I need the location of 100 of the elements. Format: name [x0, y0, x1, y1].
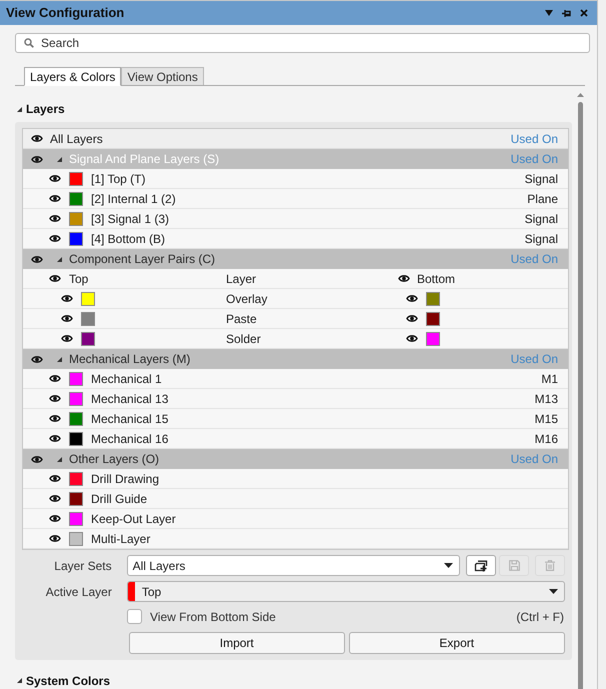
search-icon: [24, 38, 34, 48]
scrollbar-thumb[interactable]: [578, 102, 582, 689]
layer-type: M16: [534, 430, 558, 448]
scroll-up-arrow-icon[interactable]: [576, 93, 584, 97]
eye-icon[interactable]: [49, 514, 61, 523]
column-header: Layer: [226, 272, 256, 286]
swatch-icon[interactable]: [426, 332, 440, 346]
swatch-icon[interactable]: [69, 512, 83, 526]
eye-icon[interactable]: [31, 134, 43, 143]
eye-icon[interactable]: [49, 414, 61, 423]
tab[interactable]: View Options: [121, 67, 204, 85]
action-button[interactable]: Import: [129, 632, 344, 654]
add-set-button[interactable]: [466, 555, 496, 576]
triangle-icon[interactable]: [57, 156, 62, 162]
tab[interactable]: Layers & Colors: [24, 67, 122, 86]
eye-icon[interactable]: [406, 294, 418, 303]
group-title: Other Layers (O): [69, 451, 160, 468]
layer-name[interactable]: [1] Top (T): [91, 170, 146, 188]
triangle-icon[interactable]: [57, 456, 62, 462]
layer-name: Overlay: [226, 292, 268, 306]
field-label: Active Layer: [44, 584, 112, 600]
swatch-icon[interactable]: [69, 232, 83, 246]
eye-icon[interactable]: [49, 474, 61, 483]
eye-icon[interactable]: [31, 254, 43, 264]
triangle-icon[interactable]: [57, 256, 62, 262]
eye-icon[interactable]: [49, 494, 61, 503]
caret-icon[interactable]: [545, 10, 553, 16]
swatch-icon[interactable]: [426, 312, 440, 326]
section-title[interactable]: System Colors: [26, 672, 110, 689]
eye-icon[interactable]: [61, 294, 73, 303]
layer-name[interactable]: Keep-Out Layer: [91, 510, 176, 528]
eye-icon[interactable]: [49, 374, 61, 383]
search-field[interactable]: Search: [15, 33, 590, 53]
action-button[interactable]: Export: [348, 632, 565, 654]
layer-type: M1: [541, 370, 558, 388]
eye-icon[interactable]: [31, 354, 43, 364]
group-header[interactable]: Component Layer Pairs (C) Used On: [23, 249, 568, 269]
eye-icon[interactable]: [49, 434, 61, 443]
layer-name[interactable]: Mechanical 1: [91, 370, 162, 388]
swatch-icon[interactable]: [69, 392, 83, 406]
swatch-icon[interactable]: [69, 212, 83, 226]
checkbox[interactable]: [127, 609, 142, 624]
eye-icon[interactable]: [49, 174, 61, 183]
layer-name[interactable]: Mechanical 16: [91, 430, 168, 448]
eye-icon[interactable]: [61, 334, 73, 343]
swatch-icon[interactable]: [69, 412, 83, 426]
group-header[interactable]: Mechanical Layers (M) Used On: [23, 349, 568, 369]
active-layer-dropdown[interactable]: Top: [126, 581, 565, 602]
layer-name[interactable]: Mechanical 13: [91, 390, 168, 408]
eye-icon[interactable]: [49, 234, 61, 243]
layer-name[interactable]: Drill Guide: [91, 490, 148, 508]
trash-icon: [545, 560, 556, 571]
triangle-icon[interactable]: [17, 678, 22, 683]
eye-icon[interactable]: [406, 334, 418, 343]
layer-name[interactable]: [2] Internal 1 (2): [91, 190, 176, 208]
eye-icon[interactable]: [49, 534, 61, 543]
checkbox-label[interactable]: View From Bottom Side: [150, 608, 276, 626]
swatch-icon[interactable]: [69, 172, 83, 186]
layer-name[interactable]: Drill Drawing: [91, 470, 160, 488]
layer-name[interactable]: Mechanical 15: [91, 410, 168, 428]
layer-name[interactable]: [4] Bottom (B): [91, 230, 166, 248]
layer-name[interactable]: Multi-Layer: [91, 530, 150, 548]
eye-icon[interactable]: [49, 394, 61, 403]
eye-icon[interactable]: [49, 274, 61, 283]
pin-icon[interactable]: [562, 8, 571, 18]
caret-icon: [444, 563, 454, 568]
eye-icon[interactable]: [49, 194, 61, 203]
swatch-icon[interactable]: [81, 332, 95, 346]
shortcut-label: (Ctrl + F): [516, 608, 564, 626]
layer-type: Signal: [524, 230, 558, 248]
group-title: Signal And Plane Layers (S): [69, 151, 220, 168]
eye-icon[interactable]: [49, 214, 61, 223]
swatch-icon[interactable]: [81, 292, 95, 306]
layer-name[interactable]: [3] Signal 1 (3): [91, 210, 170, 228]
swatch-icon[interactable]: [69, 492, 83, 506]
caret-icon: [549, 589, 558, 594]
eye-icon[interactable]: [31, 154, 43, 164]
swatch-icon[interactable]: [81, 312, 95, 326]
section-title[interactable]: Layers: [26, 100, 65, 118]
all-layers-row[interactable]: All Layers Used On: [23, 129, 568, 149]
swatch-icon[interactable]: [69, 192, 83, 206]
square-plus-icon: [474, 560, 488, 572]
field-label: Layer Sets: [53, 558, 112, 574]
triangle-icon[interactable]: [57, 356, 62, 362]
eye-icon[interactable]: [31, 454, 43, 464]
triangle-icon[interactable]: [17, 106, 22, 112]
swatch-icon[interactable]: [69, 472, 83, 486]
eye-icon[interactable]: [398, 274, 410, 283]
swatch-icon[interactable]: [69, 432, 83, 446]
swatch-icon[interactable]: [69, 372, 83, 386]
eye-icon[interactable]: [61, 314, 73, 323]
layer-name: Paste: [226, 312, 257, 326]
column-header: Bottom: [417, 270, 456, 288]
close-icon[interactable]: [580, 9, 588, 17]
swatch-icon[interactable]: [426, 292, 440, 306]
layer-type: M13: [534, 390, 558, 408]
eye-icon[interactable]: [406, 314, 418, 323]
swatch-icon[interactable]: [69, 532, 83, 546]
layer-sets-dropdown[interactable]: All Layers: [126, 555, 460, 576]
group-header[interactable]: Other Layers (O) Used On: [23, 449, 568, 469]
